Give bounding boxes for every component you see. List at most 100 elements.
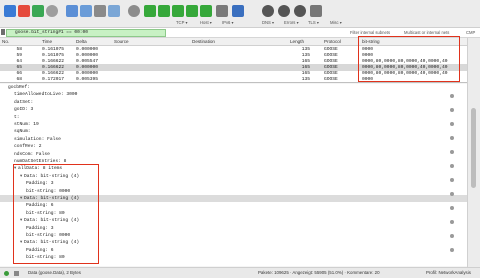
forward-arrow-icon[interactable] (158, 5, 170, 17)
close-file-icon[interactable] (94, 5, 106, 17)
detail-tree-item[interactable]: Padding: 6 (0, 247, 468, 254)
zoom-normal-icon[interactable] (294, 5, 306, 17)
dropdown-misc[interactable]: Misc ▾ (330, 19, 342, 27)
detail-tree-text: Padding: 6 (26, 247, 54, 253)
detail-tree-text: goID: 3 (14, 107, 34, 113)
detail-tree-item[interactable]: simulation: False (0, 136, 468, 143)
detail-tree-item[interactable]: ▾ Data: bit-string (4) (0, 217, 468, 224)
dot-icon (450, 178, 454, 182)
display-filter-bar: goose.bit_string#1 == 00:00 Filter inter… (0, 28, 480, 38)
dot-icon (450, 136, 454, 140)
main-toolbar: TCP ▾ Host ▾ IPv6 ▾ DNS ▾ Errors ▾ TLS ▾… (0, 0, 480, 28)
detail-tree-text: bit-string: 80 (26, 255, 65, 261)
column-length[interactable]: Length (290, 38, 304, 45)
scrollbar-thumb[interactable] (471, 108, 476, 188)
detail-tree-item[interactable]: bit-string: 0000 (0, 232, 468, 239)
detail-tree-item[interactable]: bit-string: 0000 (0, 188, 468, 195)
detail-tree-item[interactable]: ndsCom: False (0, 151, 468, 158)
detail-tree-text: stNum: 19 (14, 122, 39, 127)
dropdown-errors[interactable]: Errors ▾ (284, 19, 299, 27)
dot-icon (450, 108, 454, 112)
filter-button-cmp[interactable]: CMP (466, 29, 475, 36)
find-packet-icon[interactable] (128, 5, 140, 17)
detail-tree-text: Data: bit-string (4) (24, 218, 80, 224)
dot-icon (450, 206, 454, 210)
packet-cell: GOOSE (324, 77, 338, 82)
detail-tree-item[interactable]: stNum: 19 (0, 121, 468, 128)
dot-icon (450, 220, 454, 224)
dot-icon (450, 150, 454, 154)
detail-tree-item[interactable]: Padding: 6 (0, 202, 468, 209)
detail-tree-item[interactable]: ▾ Data: bit-string (4) (0, 239, 468, 246)
detail-tree-item[interactable]: gocbRef: (0, 84, 468, 91)
packet-cell: 0000 (362, 77, 374, 82)
restart-capture-icon[interactable] (32, 5, 44, 17)
dropdown-host[interactable]: Host ▾ (200, 19, 212, 27)
filter-button-internal-subnets[interactable]: Filter internal subnets (350, 29, 390, 36)
save-file-icon[interactable] (80, 5, 92, 17)
zoom-in-icon[interactable] (262, 5, 274, 17)
dropdown-ipv6[interactable]: IPv6 ▾ (222, 19, 234, 27)
vertical-scrollbar[interactable] (467, 38, 480, 267)
detail-tree-text: gocbRef: (8, 85, 31, 90)
detail-tree-text: simulation: False (14, 136, 61, 142)
shark-fin-start-icon[interactable] (4, 5, 16, 17)
expert-info-icon[interactable] (4, 271, 9, 276)
detail-tree-item[interactable]: ▾ allData: 8 items (0, 165, 468, 172)
dot-icon (450, 234, 454, 238)
detail-tree-item[interactable]: goID: 3 (0, 106, 468, 113)
detail-tree-item[interactable]: bit-string: 80 (0, 254, 468, 261)
dropdown-tls[interactable]: TLS ▾ (308, 19, 319, 27)
packet-list-header: No. Time Delta Source Destination Length… (0, 38, 468, 46)
column-destination[interactable]: Destination (192, 38, 215, 45)
comment-icon[interactable] (14, 271, 19, 276)
column-protocol[interactable]: Protocol (324, 38, 341, 45)
packet-details-pane: gocbRef: timeAllowedtoLive: 3000 datSet: go… (0, 84, 468, 266)
detail-tree-text: Data: bit-string (4) (24, 240, 80, 246)
column-bit-string[interactable]: bit-string (362, 38, 380, 45)
dropdown-tcp[interactable]: TCP ▾ (176, 19, 188, 27)
last-packet-icon[interactable] (200, 5, 212, 17)
resize-columns-icon[interactable] (310, 5, 322, 17)
detail-tree-item[interactable]: timeAllowedtoLive: 3000 (0, 91, 468, 98)
dropdown-dns[interactable]: DNS ▾ (262, 19, 274, 27)
display-filter-input[interactable]: goose.bit_string#1 == 00:00 (6, 29, 166, 37)
dot-icon (450, 248, 454, 252)
detail-tree-item[interactable]: Padding: 3 (0, 225, 468, 232)
reload-icon[interactable] (108, 5, 120, 17)
stop-capture-icon[interactable] (18, 5, 30, 17)
detail-tree-text: datSet: (14, 99, 34, 105)
detail-tree-item[interactable]: ▾ Data: bit-string (4) (0, 195, 468, 202)
bookmark-icon[interactable] (1, 29, 5, 35)
autoscroll-icon[interactable] (216, 5, 228, 17)
column-time[interactable]: Time (42, 38, 52, 45)
filter-button-multicast[interactable]: Multicast or internal nets (404, 29, 449, 36)
zoom-out-icon[interactable] (278, 5, 290, 17)
detail-tree-text: ndsCom: False (14, 151, 50, 157)
column-delta[interactable]: Delta (76, 38, 87, 45)
detail-tree-item[interactable]: confRev: 2 (0, 143, 468, 150)
detail-tree-text: Data: bit-string (4) (24, 196, 80, 201)
detail-tree-item[interactable]: sqNum: (0, 128, 468, 135)
packet-cell: 0.172017 (42, 77, 65, 82)
packet-row[interactable]: 68 0.172017 0.005395 135 GOOSE 0000 (0, 76, 468, 82)
detail-tree-text: bit-string: 0000 (26, 188, 71, 194)
detail-tree-item[interactable]: Padding: 3 (0, 180, 468, 187)
detail-tree-item[interactable]: datSet: (0, 99, 468, 106)
back-arrow-icon[interactable] (144, 5, 156, 17)
detail-tree-item[interactable]: ▾ Data: bit-string (4) (0, 173, 468, 180)
colorize-icon[interactable] (232, 5, 244, 17)
detail-tree-item[interactable]: numDatSetEntries: 8 (0, 158, 468, 165)
detail-tree-item[interactable]: t: (0, 114, 468, 121)
detail-tree-item[interactable]: bit-string: 80 (0, 210, 468, 217)
first-packet-icon[interactable] (186, 5, 198, 17)
column-no[interactable]: No. (2, 38, 9, 45)
detail-tree-text: t: (14, 114, 20, 120)
packet-cell: 135 (301, 77, 310, 82)
open-file-icon[interactable] (66, 5, 78, 17)
detail-tree-text: sqNum: (14, 129, 31, 135)
detail-tree-text: confRev: 2 (14, 144, 42, 150)
go-to-packet-icon[interactable] (172, 5, 184, 17)
column-source[interactable]: Source (114, 38, 129, 45)
capture-options-icon[interactable] (46, 5, 58, 17)
